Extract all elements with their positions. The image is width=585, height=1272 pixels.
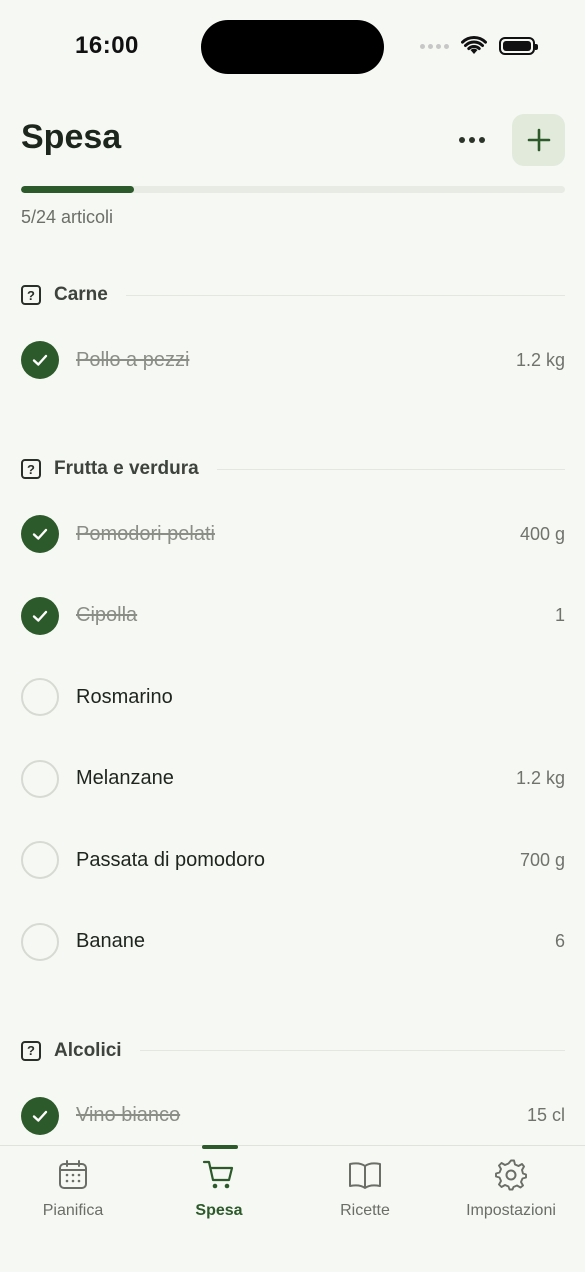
add-item-button[interactable] xyxy=(512,114,565,166)
more-options-button[interactable] xyxy=(452,122,492,158)
section-label: Carne xyxy=(54,284,108,305)
wifi-icon xyxy=(461,36,487,54)
item-name: Cipolla xyxy=(76,604,138,626)
page-title: Spesa xyxy=(21,118,122,156)
tab-pianifica[interactable]: Pianifica xyxy=(0,1158,146,1220)
calendar-icon xyxy=(57,1158,89,1192)
unchecked-checkbox[interactable] xyxy=(21,841,59,879)
more-dot xyxy=(479,137,485,143)
progress-text: 5/24 articoli xyxy=(21,207,114,227)
progress-fill xyxy=(21,186,135,193)
section-label: Alcolici xyxy=(54,1039,122,1061)
item-name: Pollo a pezzi xyxy=(76,348,190,371)
item-name: Pomodori pelati xyxy=(76,522,215,545)
checked-checkbox[interactable] xyxy=(21,341,59,379)
item-quantity: 1.2 kg xyxy=(515,768,565,788)
list-item[interactable]: Cipolla 1 xyxy=(21,591,565,641)
tab-bar: Pianifica Spesa Ricette Impostazioni xyxy=(0,1145,585,1272)
item-name: Banane xyxy=(76,930,145,952)
list-item[interactable]: Pollo a pezzi 1.2 kg xyxy=(21,335,565,385)
section-header: ? Frutta e verdura xyxy=(21,455,565,483)
list-item[interactable]: Pomodori pelati 400 g xyxy=(21,509,565,559)
cart-icon xyxy=(202,1158,236,1192)
section-divider xyxy=(139,1050,565,1051)
checked-checkbox[interactable] xyxy=(21,515,59,553)
cellular-signal-icon xyxy=(420,43,449,49)
item-quantity: 700 g xyxy=(519,849,565,870)
book-icon xyxy=(348,1158,382,1192)
checked-checkbox[interactable] xyxy=(21,1096,59,1135)
item-quantity: 1 xyxy=(554,605,565,625)
checked-checkbox[interactable] xyxy=(21,596,59,635)
list-item[interactable]: Rosmarino xyxy=(21,672,565,722)
gear-icon xyxy=(495,1158,527,1192)
list-item[interactable]: Banane 6 xyxy=(21,917,565,967)
progress-bar xyxy=(21,186,565,193)
item-quantity: 6 xyxy=(554,931,565,951)
unchecked-checkbox[interactable] xyxy=(21,759,59,798)
status-icons xyxy=(420,36,538,56)
tab-label: Spesa xyxy=(195,1202,243,1219)
tab-spesa[interactable]: Spesa xyxy=(146,1158,292,1220)
battery-icon xyxy=(499,37,538,55)
plus-icon xyxy=(527,128,550,152)
section-label: Frutta e verdura xyxy=(54,458,199,479)
tab-label: Pianifica xyxy=(42,1202,104,1219)
question-mark-icon: ? xyxy=(21,1040,41,1061)
section-divider xyxy=(125,294,565,296)
item-quantity: 15 cl xyxy=(526,1105,565,1125)
active-tab-indicator xyxy=(202,1145,238,1149)
tab-label: Ricette xyxy=(340,1202,390,1219)
status-bar: 16:00 xyxy=(0,0,585,95)
section-header: ? Carne xyxy=(21,281,565,309)
dynamic-island xyxy=(201,20,384,74)
item-name: Passata di pomodoro xyxy=(76,848,266,871)
item-quantity: 1.2 kg xyxy=(515,349,565,370)
item-name: Melanzane xyxy=(76,767,174,789)
item-name: Rosmarino xyxy=(76,685,173,708)
list-item[interactable]: Melanzane 1.2 kg xyxy=(21,754,565,804)
list-item[interactable]: Vino bianco 15 cl xyxy=(21,1091,565,1141)
tab-impostazioni[interactable]: Impostazioni xyxy=(438,1158,584,1220)
question-mark-icon: ? xyxy=(21,459,41,479)
unchecked-checkbox[interactable] xyxy=(21,922,59,961)
tab-ricette[interactable]: Ricette xyxy=(292,1158,438,1220)
unchecked-checkbox[interactable] xyxy=(21,678,59,716)
more-dot xyxy=(459,137,465,143)
item-quantity: 400 g xyxy=(519,523,565,544)
tab-label: Impostazioni xyxy=(466,1202,556,1219)
item-name: Vino bianco xyxy=(76,1104,181,1126)
section-header: ? Alcolici xyxy=(21,1037,565,1065)
list-item[interactable]: Passata di pomodoro 700 g xyxy=(21,835,565,885)
status-time: 16:00 xyxy=(75,32,139,59)
question-mark-icon: ? xyxy=(21,285,41,305)
more-dot xyxy=(469,137,475,143)
section-divider xyxy=(216,468,565,470)
